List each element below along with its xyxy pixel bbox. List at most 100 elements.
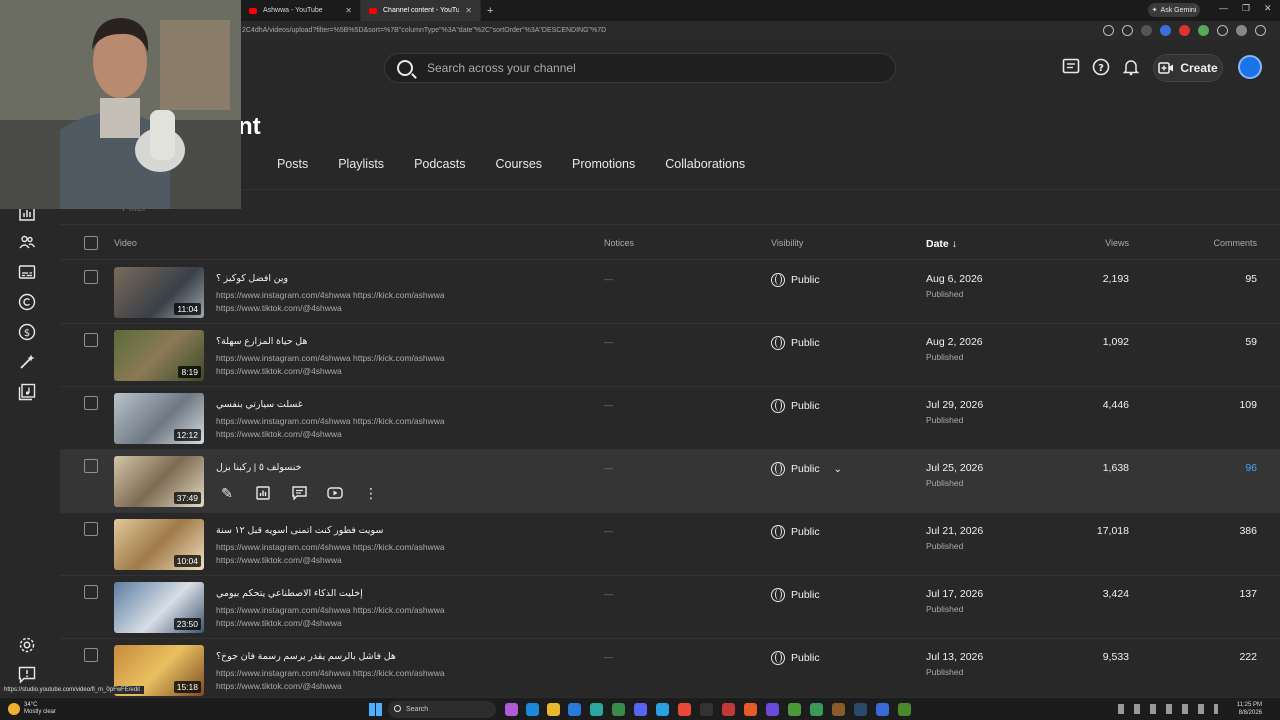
customization-wand-icon[interactable] xyxy=(18,353,36,371)
weather-icon[interactable] xyxy=(8,703,20,715)
chevron-down-icon[interactable]: ⌄ xyxy=(834,464,842,475)
community-icon[interactable] xyxy=(18,233,36,251)
visibility-cell[interactable]: Public xyxy=(771,273,820,287)
comments-value[interactable]: 59 xyxy=(1245,336,1257,348)
visibility-cell[interactable]: Public xyxy=(771,588,820,602)
header-notices[interactable]: Notices xyxy=(604,238,634,248)
youtube-play-icon[interactable] xyxy=(326,484,344,502)
maximize-icon[interactable]: ❐ xyxy=(1242,3,1250,14)
visibility-cell[interactable]: Public xyxy=(771,336,820,350)
video-title[interactable]: هل حياة المزارع سهلة؟ xyxy=(216,336,308,347)
app-icon[interactable] xyxy=(876,703,889,716)
tab-collaborations[interactable]: Collaborations xyxy=(665,157,745,187)
app-icon[interactable] xyxy=(766,703,779,716)
row-checkbox[interactable] xyxy=(84,648,98,662)
extension-icon[interactable] xyxy=(1141,25,1152,36)
tab-posts[interactable]: Posts xyxy=(277,157,308,187)
video-title[interactable]: هل فاشل بالرسم يقدر يرسم رسمة فان جوخ؟ xyxy=(216,651,396,662)
comments-value[interactable]: 96 xyxy=(1245,462,1257,474)
comments-value[interactable]: 95 xyxy=(1245,273,1257,285)
chrome-icon[interactable] xyxy=(678,703,691,716)
minecraft-icon[interactable] xyxy=(788,703,801,716)
search-input[interactable]: Search across your channel xyxy=(427,61,576,75)
browser-tab-youtube[interactable]: Ashwwa - YouTube ✕ xyxy=(241,0,361,21)
zoom-icon[interactable] xyxy=(1103,25,1114,36)
bookmark-star-icon[interactable] xyxy=(1122,25,1133,36)
video-thumbnail[interactable]: 11:04 xyxy=(114,267,204,318)
tab-playlists[interactable]: Playlists xyxy=(338,157,384,187)
row-checkbox[interactable] xyxy=(84,333,98,347)
header-views[interactable]: Views xyxy=(1105,238,1129,248)
app-icon[interactable] xyxy=(810,703,823,716)
new-tab-button[interactable]: + xyxy=(481,5,499,17)
telegram-icon[interactable] xyxy=(656,703,669,716)
brave-icon[interactable] xyxy=(744,703,757,716)
browser-tab-studio[interactable]: Channel content - YouTube Studio ✕ xyxy=(361,0,481,21)
url-field[interactable]: 2C4dhA/videos/upload?filter=%5B%5D&sort=… xyxy=(230,24,1110,38)
comments-icon[interactable] xyxy=(290,484,308,502)
visibility-cell[interactable]: Public xyxy=(771,651,820,665)
edit-pencil-icon[interactable]: ✎ xyxy=(218,484,236,502)
taskbar-search[interactable]: Search xyxy=(388,701,496,718)
system-tray-icons[interactable] xyxy=(1118,704,1218,714)
app-icon[interactable] xyxy=(898,703,911,716)
comments-value[interactable]: 222 xyxy=(1239,651,1257,663)
table-row[interactable]: 37:49 خنسولف ٥ | ركبنا بزل ✎ ⋮ — Public ⌄… xyxy=(60,450,1280,513)
row-checkbox[interactable] xyxy=(84,459,98,473)
row-checkbox[interactable] xyxy=(84,270,98,284)
app-icon[interactable] xyxy=(700,703,713,716)
video-title[interactable]: سويت فطور كنت اتمنى اسويه قبل ١٢ سنة xyxy=(216,525,383,536)
row-checkbox[interactable] xyxy=(84,585,98,599)
more-options-icon[interactable]: ⋮ xyxy=(362,484,380,502)
profile-icon[interactable] xyxy=(1236,25,1247,36)
table-row[interactable]: 15:18 هل فاشل بالرسم يقدر يرسم رسمة فان … xyxy=(60,639,1280,702)
tab-courses[interactable]: Courses xyxy=(495,157,542,187)
steam-icon[interactable] xyxy=(854,703,867,716)
header-comments[interactable]: Comments xyxy=(1213,238,1257,248)
video-title[interactable]: إخليت الذكاء الاصطناعي يتحكم بيومي xyxy=(216,588,363,599)
settings-gear-icon[interactable] xyxy=(18,636,36,654)
video-title[interactable]: وين افضل كوكيز ؟ xyxy=(216,273,288,284)
row-checkbox[interactable] xyxy=(84,522,98,536)
minimize-icon[interactable]: — xyxy=(1219,3,1228,13)
header-video[interactable]: Video xyxy=(114,238,137,248)
help-icon[interactable]: ? xyxy=(1092,58,1110,76)
windows-start-icon[interactable] xyxy=(369,703,382,716)
audio-library-icon[interactable] xyxy=(18,383,36,401)
row-checkbox[interactable] xyxy=(84,396,98,410)
earn-dollar-icon[interactable]: $ xyxy=(18,323,36,341)
video-thumbnail[interactable]: 8:19 xyxy=(114,330,204,381)
table-row[interactable]: 10:04 سويت فطور كنت اتمنى اسويه قبل ١٢ س… xyxy=(60,513,1280,576)
tab-podcasts[interactable]: Podcasts xyxy=(414,157,465,187)
edge-icon[interactable] xyxy=(526,703,539,716)
notifications-bell-icon[interactable] xyxy=(1122,58,1140,76)
visibility-cell[interactable]: Public xyxy=(771,525,820,539)
table-row[interactable]: 23:50 إخليت الذكاء الاصطناعي يتحكم بيومي… xyxy=(60,576,1280,639)
table-row[interactable]: 8:19 هل حياة المزارع سهلة؟ https://www.i… xyxy=(60,324,1280,387)
discord-icon[interactable] xyxy=(634,703,647,716)
feedback-icon[interactable] xyxy=(1062,58,1080,76)
analytics-icon[interactable] xyxy=(254,484,272,502)
record-icon[interactable] xyxy=(1179,25,1190,36)
close-window-icon[interactable]: ✕ xyxy=(1264,3,1272,14)
video-title[interactable]: خنسولف ٥ | ركبنا بزل xyxy=(216,462,302,473)
header-date[interactable]: Date ↓ xyxy=(926,238,957,250)
visibility-cell[interactable]: Public xyxy=(771,399,820,413)
close-tab-icon[interactable]: ✕ xyxy=(345,6,352,15)
visibility-cell[interactable]: Public ⌄ xyxy=(771,462,842,476)
puzzle-icon[interactable] xyxy=(1217,25,1228,36)
app-icon[interactable] xyxy=(568,703,581,716)
weather-widget[interactable]: 34°C Mostly clear xyxy=(24,702,56,716)
app-icon[interactable] xyxy=(612,703,625,716)
channel-avatar[interactable] xyxy=(1238,55,1262,79)
taskbar-clock[interactable]: 11:25 PM 8/8/2026 xyxy=(1237,701,1262,717)
audio-icon[interactable] xyxy=(1160,25,1171,36)
comments-value[interactable]: 386 xyxy=(1239,525,1257,537)
ask-gemini-button[interactable]: ✦ Ask Gemini xyxy=(1148,3,1200,17)
table-row[interactable]: 11:04 وين افضل كوكيز ؟ https://www.insta… xyxy=(60,261,1280,324)
table-row[interactable]: 12:12 غسلت سيارتي بنفسي https://www.inst… xyxy=(60,387,1280,450)
menu-icon[interactable] xyxy=(1255,25,1266,36)
filter-bar[interactable]: Filter xyxy=(60,189,1280,225)
video-thumbnail[interactable]: 23:50 xyxy=(114,582,204,633)
subtitles-icon[interactable] xyxy=(18,263,36,281)
